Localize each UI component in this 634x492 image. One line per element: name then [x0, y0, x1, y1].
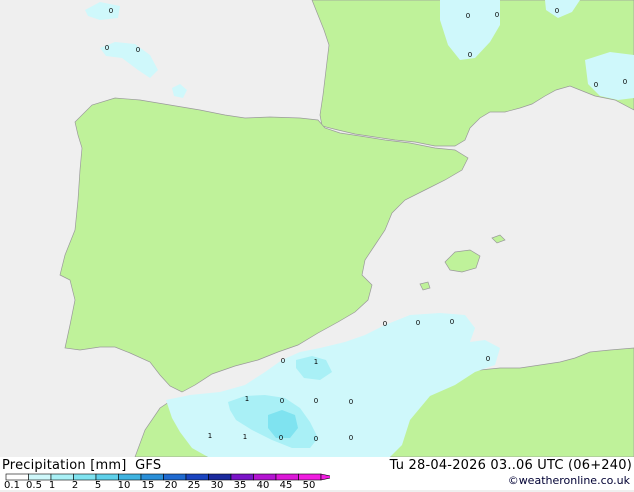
- station-value: 1: [208, 432, 212, 440]
- scale-tick-label: 30: [210, 480, 224, 491]
- station-value: 0: [279, 434, 283, 442]
- station-value: 0: [623, 78, 627, 86]
- station-value: 0: [280, 397, 284, 405]
- valid-time: Tu 28-04-2026 03..06 UTC (06+240): [389, 458, 632, 473]
- station-value: 1: [245, 395, 249, 403]
- station-value: 0: [555, 7, 559, 15]
- scale-tick-label: 0.1: [4, 480, 20, 491]
- station-value: 0: [349, 398, 353, 406]
- station-value: 0: [486, 355, 490, 363]
- station-value: 1: [243, 433, 247, 441]
- station-value: 0: [349, 434, 353, 442]
- scale-tick-label: 50: [302, 480, 316, 491]
- scale-tick-label: 45: [279, 480, 293, 491]
- scale-tick-label: 25: [187, 480, 201, 491]
- station-value: 0: [495, 11, 499, 19]
- legend-bar: Precipitation [mm] GFS Tu 28-04-2026 03.…: [0, 457, 634, 492]
- scale-tick-label: 0.5: [26, 480, 42, 491]
- credit: ©weatheronline.co.uk: [507, 474, 630, 487]
- station-value: 0: [416, 319, 420, 327]
- scale-ticks: 0.1 0.5 1 2 5 10 15 20 25 30 35 40 45 50: [0, 480, 330, 492]
- model-name: GFS: [135, 458, 162, 473]
- station-value: 0: [314, 435, 318, 443]
- scale-tick-label: 35: [233, 480, 247, 491]
- station-value: 0: [466, 12, 470, 20]
- station-value: 0: [105, 44, 109, 52]
- station-value: 0: [109, 7, 113, 15]
- station-value: 0: [383, 320, 387, 328]
- scale-tick-label: 1: [48, 480, 56, 491]
- station-value: 0: [468, 51, 472, 59]
- station-value: 0: [281, 357, 285, 365]
- scale-tick-label: 40: [256, 480, 270, 491]
- scale-tick-label: 15: [141, 480, 155, 491]
- scale-tick-label: 10: [117, 480, 131, 491]
- station-value: 0: [136, 46, 140, 54]
- scale-tick-label: 5: [94, 480, 102, 491]
- station-value: 1: [314, 358, 318, 366]
- precipitation-map: 0 0 0 0 0 0 0 0 0 0 0 0 0 0 1 1 0 0 0 1 1 0 0 0: [0, 0, 634, 457]
- legend-title: Precipitation [mm] GFS: [2, 458, 162, 473]
- station-value: 0: [314, 397, 318, 405]
- scale-tick-label: 20: [164, 480, 178, 491]
- station-value: 0: [594, 81, 598, 89]
- scale-tick-label: 2: [71, 480, 79, 491]
- station-value: 0: [450, 318, 454, 326]
